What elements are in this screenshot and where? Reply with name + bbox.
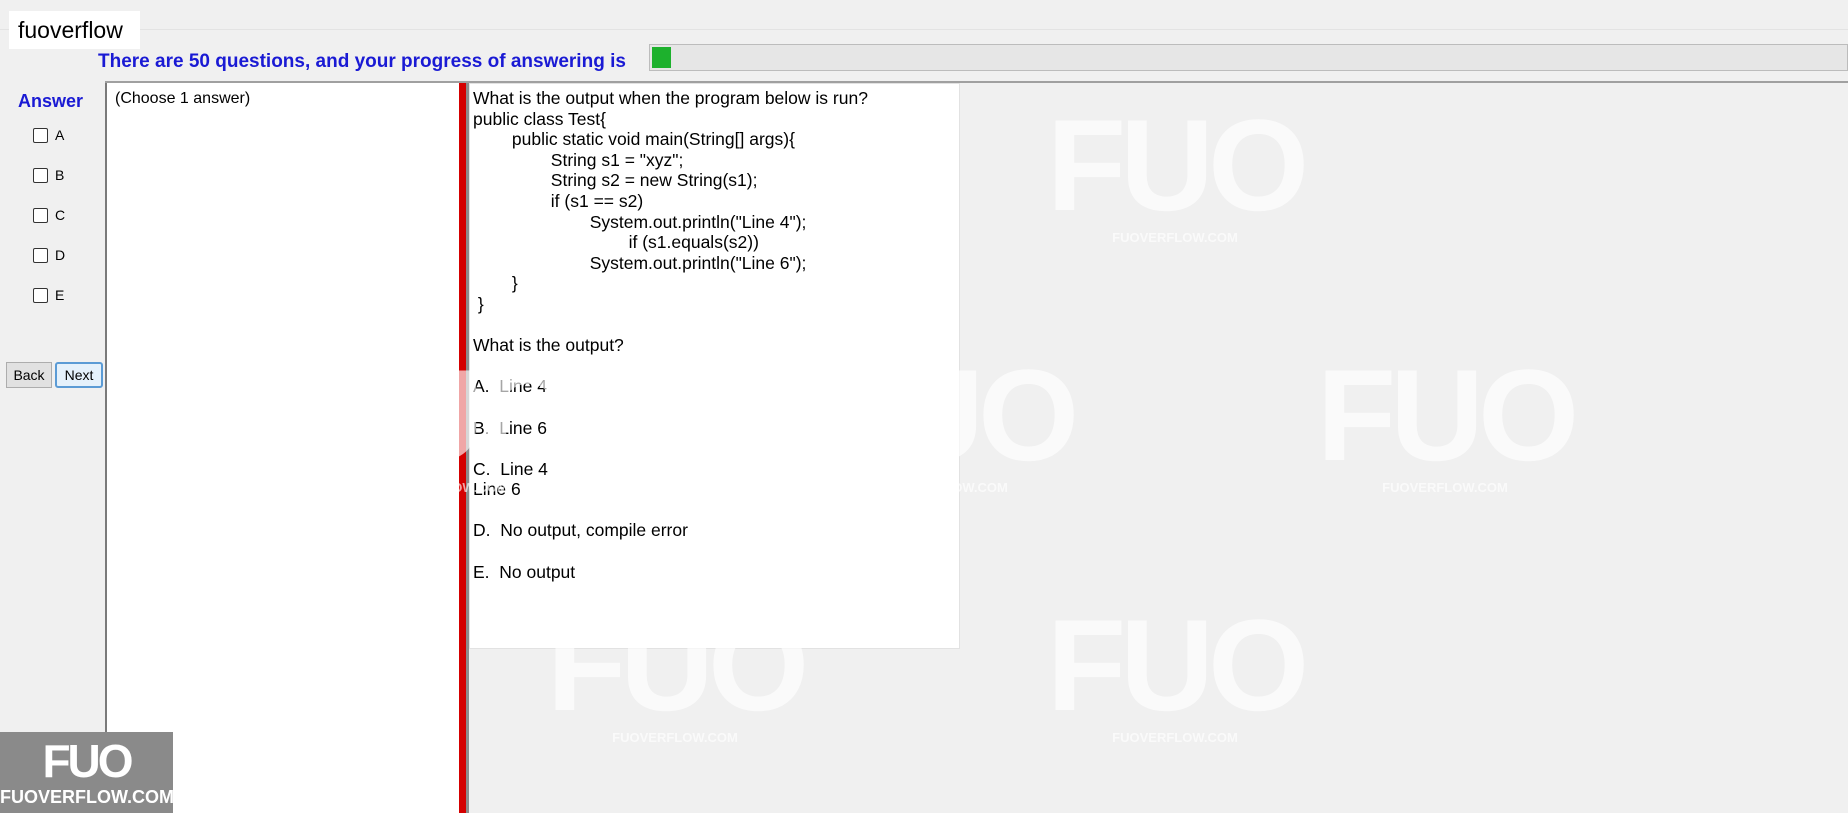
watermark-logo: FUO FUOVERFLOW.COM bbox=[316, 342, 579, 495]
option-c-label: C bbox=[55, 207, 66, 223]
watermark-logo: FUO FUOVERFLOW.COM bbox=[546, 592, 809, 745]
option-d[interactable]: D bbox=[33, 245, 65, 265]
option-e-checkbox[interactable] bbox=[33, 287, 48, 303]
window-title: fuoverflow bbox=[9, 11, 140, 49]
question-text: What is the output when the program belo… bbox=[473, 88, 868, 582]
option-d-checkbox[interactable] bbox=[33, 247, 48, 263]
option-a-checkbox[interactable] bbox=[33, 127, 48, 143]
site-logo: FUO FUOVERFLOW.COM bbox=[0, 732, 174, 813]
option-b-label: B bbox=[55, 167, 65, 183]
option-d-label: D bbox=[55, 247, 66, 263]
progress-text: There are 50 questions, and your progres… bbox=[98, 51, 626, 72]
back-button[interactable]: Back bbox=[6, 362, 52, 388]
logo-brand: FUO bbox=[42, 735, 133, 787]
watermark-logo: FUO FUOVERFLOW.COM bbox=[1316, 342, 1579, 495]
option-a-label: A bbox=[55, 127, 65, 143]
option-c-checkbox[interactable] bbox=[33, 207, 48, 223]
watermark-logo: FUO FUOVERFLOW.COM bbox=[1046, 92, 1309, 245]
watermark-logo: FUO FUOVERFLOW.COM bbox=[816, 342, 1079, 495]
option-b-checkbox[interactable] bbox=[33, 167, 48, 183]
progress-bar bbox=[649, 44, 1848, 71]
option-a[interactable]: A bbox=[33, 125, 64, 145]
logo-site-name: FUOVERFLOW.COM bbox=[0, 787, 174, 807]
option-e-label: E bbox=[55, 287, 65, 303]
answer-heading: Answer bbox=[18, 91, 84, 111]
title-bar-divider bbox=[0, 29, 1848, 30]
option-e[interactable]: E bbox=[33, 285, 64, 305]
option-b[interactable]: B bbox=[33, 165, 64, 185]
next-button[interactable]: Next bbox=[55, 362, 103, 388]
answer-instruction: (Choose 1 answer) bbox=[115, 90, 251, 107]
watermark-logo: FUO FUOVERFLOW.COM bbox=[1046, 592, 1309, 745]
progress-fill bbox=[652, 47, 671, 68]
option-c[interactable]: C bbox=[33, 205, 65, 225]
